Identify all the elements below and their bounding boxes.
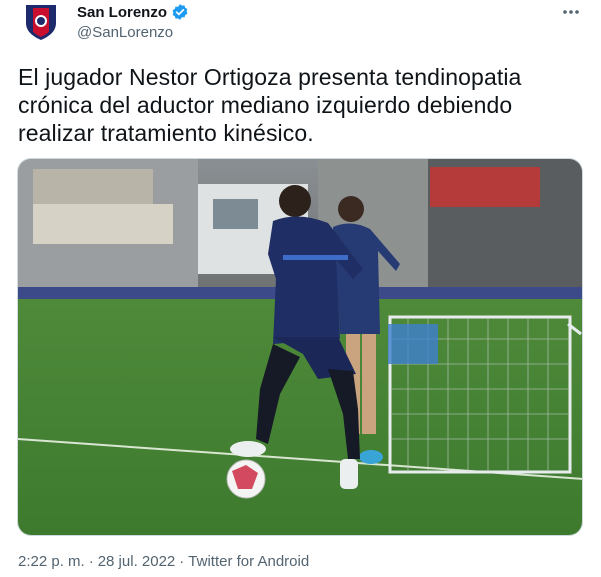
display-name[interactable]: San Lorenzo	[77, 4, 167, 21]
timestamp-date[interactable]: 28 jul. 2022	[98, 553, 176, 570]
meta-separator: ·	[88, 553, 94, 570]
tweet-photo[interactable]	[17, 158, 583, 536]
verified-badge-icon	[171, 3, 189, 21]
tweet-text-line: realizar tratamiento kinésico.	[18, 120, 314, 146]
author-info: San Lorenzo @SanLorenzo	[77, 2, 189, 41]
san-lorenzo-crest-icon	[26, 5, 56, 40]
handle[interactable]: @SanLorenzo	[77, 24, 189, 41]
avatar[interactable]	[17, 2, 65, 42]
meta-separator: ·	[179, 553, 185, 570]
tweet-meta: 2:22 p. m. · 28 jul. 2022 · Twitter for …	[18, 553, 309, 570]
more-options-button[interactable]	[559, 2, 583, 22]
tweet-source[interactable]: Twitter for Android	[188, 553, 309, 570]
tweet-text: El jugador Nestor Ortigoza presenta tend…	[18, 63, 578, 147]
timestamp-time[interactable]: 2:22 p. m.	[18, 553, 85, 570]
photo-players-training-icon	[18, 159, 582, 535]
tweet-card: San Lorenzo @SanLorenzo El jugador Nesto…	[0, 0, 601, 577]
more-horizontal-icon	[563, 10, 579, 14]
tweet-text-line: crónica del aductor mediano izquierdo de…	[18, 92, 513, 118]
tweet-text-line: El jugador Nestor Ortigoza presenta tend…	[18, 64, 522, 90]
